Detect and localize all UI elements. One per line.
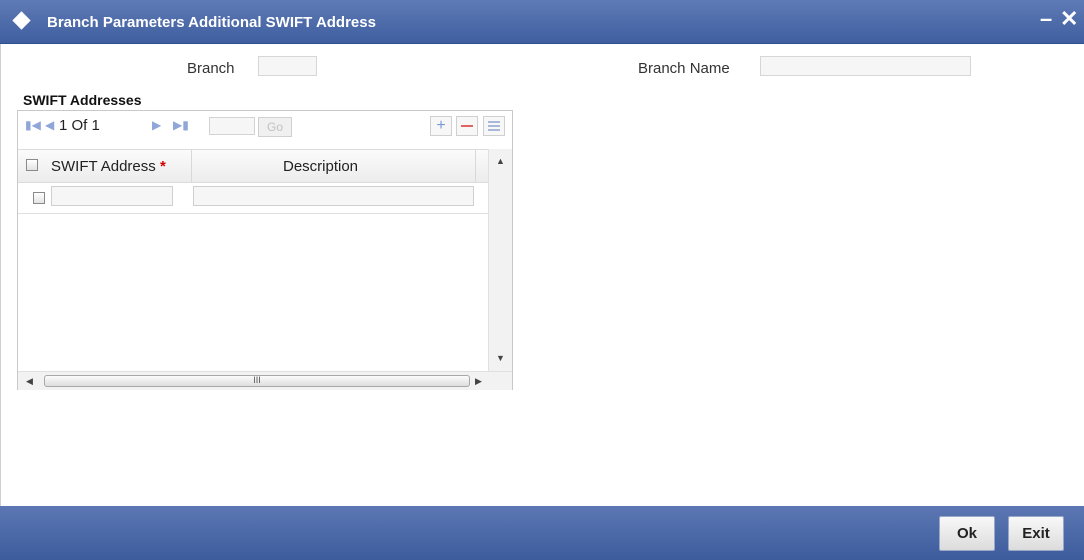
footer-bar: Ok Exit [0,506,1084,560]
plus-icon: + [436,117,446,134]
close-button[interactable]: ✕ [1060,5,1078,33]
scroll-up-icon[interactable]: ▲ [496,157,505,166]
select-all-checkbox[interactable] [26,159,38,171]
column-header-swift-address-label: SWIFT Address [51,158,156,175]
vertical-scrollbar[interactable]: ▲ ▼ [488,149,512,371]
window-title-bar: Branch Parameters Additional SWIFT Addre… [0,0,1084,44]
branch-name-field[interactable] [760,56,971,76]
minimize-button[interactable]: – [1040,5,1052,33]
list-icon [488,121,500,131]
form-body: Branch Branch Name SWIFT Addresses ▮◀ ◀ … [0,44,1084,506]
table-row [18,182,488,214]
page-number-input[interactable] [209,117,255,135]
required-marker: * [159,158,166,175]
first-page-icon[interactable]: ▮◀ [25,119,41,131]
horizontal-scrollbar[interactable]: ◀ III ▶ [18,371,512,390]
last-page-icon[interactable]: ▶▮ [173,119,189,131]
next-page-icon[interactable]: ▶ [152,119,161,131]
row-checkbox[interactable] [33,192,45,204]
swift-address-grid: ▮◀ ◀ 1 Of 1 ▶ ▶▮ Go + SWIFT Address * De… [17,110,513,390]
scroll-left-icon[interactable]: ◀ [26,377,33,386]
grid-header: SWIFT Address * Description [18,149,488,183]
swift-addresses-heading: SWIFT Addresses [23,92,142,108]
go-button[interactable]: Go [258,117,292,137]
swift-address-cell-input[interactable] [51,186,173,206]
diamond-icon [12,11,31,30]
single-view-button[interactable] [483,116,505,136]
column-header-description: Description [283,158,359,175]
column-header-swift-address: SWIFT Address * [51,158,166,175]
ok-button[interactable]: Ok [939,516,995,551]
column-divider [475,150,476,182]
scroll-right-icon[interactable]: ▶ [475,377,482,386]
description-cell-input[interactable] [193,186,474,206]
column-divider [191,150,192,182]
window-title: Branch Parameters Additional SWIFT Addre… [47,14,376,31]
add-row-button[interactable]: + [430,116,452,136]
scroll-down-icon[interactable]: ▼ [496,354,505,363]
minus-icon [461,125,473,127]
horizontal-scroll-thumb[interactable]: III [44,375,470,387]
pager: ▮◀ ◀ 1 Of 1 ▶ ▶▮ Go + [18,111,512,141]
branch-field[interactable] [258,56,317,76]
previous-page-icon[interactable]: ◀ [45,119,54,131]
branch-label: Branch [187,60,235,77]
branch-name-label: Branch Name [638,60,730,77]
page-indicator: 1 Of 1 [59,117,100,134]
exit-button[interactable]: Exit [1008,516,1064,551]
delete-row-button[interactable] [456,116,478,136]
